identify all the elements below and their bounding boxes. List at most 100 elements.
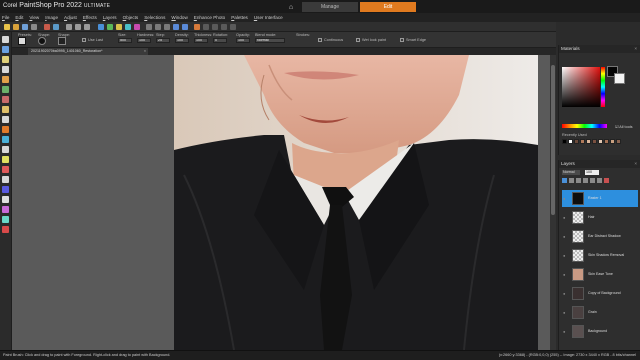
cut-icon[interactable] [66, 24, 72, 30]
mask-icon[interactable] [576, 178, 581, 183]
menu-file[interactable]: File [2, 15, 9, 20]
levels-icon[interactable] [125, 24, 131, 30]
lighten-darken-icon[interactable] [2, 156, 9, 163]
tab-manage[interactable]: Manage [302, 2, 358, 12]
warp-brush-icon[interactable] [2, 216, 9, 223]
layer-row[interactable]: ● Ear Distract Shadow [562, 228, 638, 245]
one-step-fix-icon[interactable] [107, 24, 113, 30]
crop-icon[interactable] [2, 76, 9, 83]
color-spectrum[interactable] [562, 67, 600, 107]
background-swatch[interactable] [614, 73, 625, 84]
square-shape-icon[interactable] [58, 37, 66, 45]
adjustment-layer-icon[interactable] [583, 178, 588, 183]
preset-shape-icon[interactable] [2, 196, 9, 203]
close-icon[interactable]: × [634, 45, 637, 53]
menu-user-interface[interactable]: User Interface [254, 15, 283, 20]
new-layer-icon[interactable] [562, 178, 567, 183]
layer-row[interactable]: ● Copy of Background [562, 285, 638, 302]
new-file-icon[interactable] [4, 24, 10, 30]
hardness-field[interactable]: 100 [137, 38, 151, 43]
round-shape-icon[interactable] [38, 37, 46, 45]
pick-tool-icon[interactable] [2, 46, 9, 53]
layer-row[interactable]: ● Skin Shadow Removal [562, 247, 638, 264]
layer-row[interactable]: ● Background [562, 323, 638, 340]
blend-mode-select[interactable]: Normal [255, 38, 285, 43]
menu-edit[interactable]: Edit [15, 15, 23, 20]
menu-layers[interactable]: Layers [103, 15, 117, 20]
layer-row[interactable]: ● Hair [562, 209, 638, 226]
thickness-field[interactable]: 100 [194, 38, 208, 43]
rainbow-swatch[interactable] [562, 124, 607, 128]
step-field[interactable]: 25 [156, 38, 170, 43]
menu-view[interactable]: View [29, 15, 39, 20]
paint-brush-icon[interactable] [2, 126, 9, 133]
recent-swatch[interactable] [568, 139, 573, 144]
recent-swatch[interactable] [592, 139, 597, 144]
makeover-tool-icon[interactable] [2, 106, 9, 113]
copy-icon[interactable] [75, 24, 81, 30]
picture-tube-icon[interactable] [2, 226, 9, 233]
dodge-tool-icon[interactable] [2, 136, 9, 143]
brightness-icon[interactable] [116, 24, 122, 30]
recent-swatch[interactable] [598, 139, 603, 144]
clone-brush-icon[interactable] [2, 116, 9, 123]
layer-row[interactable]: ● Grain [562, 304, 638, 321]
layer-row[interactable]: ● Skin Ease Tone [562, 266, 638, 283]
close-icon[interactable]: × [634, 160, 637, 168]
rulers-icon[interactable] [230, 24, 236, 30]
opacity-field[interactable]: 100 [236, 38, 250, 43]
photo-canvas[interactable] [174, 55, 538, 350]
close-icon[interactable]: × [144, 48, 146, 55]
visibility-icon[interactable]: ● [563, 310, 565, 315]
resize-icon[interactable] [155, 24, 161, 30]
pen-tool-icon[interactable] [2, 206, 9, 213]
size-field[interactable]: 500 [118, 38, 132, 43]
menu-objects[interactable]: Objects [123, 15, 139, 20]
link-icon[interactable] [590, 178, 595, 183]
dropper-tool-icon[interactable] [2, 66, 9, 73]
hue-saturation-icon[interactable] [134, 24, 140, 30]
paste-icon[interactable] [84, 24, 90, 30]
visibility-icon[interactable]: ● [563, 196, 565, 201]
menu-enhance-photo[interactable]: Enhance Photo [194, 15, 225, 20]
open-file-icon[interactable] [13, 24, 19, 30]
share-icon[interactable] [194, 24, 200, 30]
all-tools-check[interactable]: ☑ All tools [615, 124, 633, 129]
hue-slider[interactable] [601, 67, 605, 107]
pan-tool-icon[interactable] [2, 36, 9, 43]
visibility-icon[interactable]: ● [563, 215, 565, 220]
menu-adjust[interactable]: Adjust [64, 15, 77, 20]
guides-icon[interactable] [221, 24, 227, 30]
document-tab[interactable]: 20211902070ba0995_1401060_Restoration* × [28, 48, 148, 55]
visibility-icon[interactable]: ● [563, 291, 565, 296]
menu-window[interactable]: Window [171, 15, 187, 20]
tab-edit[interactable]: Edit [360, 2, 416, 12]
vertical-scrollbar[interactable] [550, 55, 556, 350]
layer-blend-select[interactable]: Normal [562, 170, 580, 175]
lock-icon[interactable] [597, 178, 602, 183]
zoom-out-icon[interactable] [182, 24, 188, 30]
save-icon[interactable] [22, 24, 28, 30]
red-eye-tool-icon[interactable] [2, 96, 9, 103]
straighten-tool-icon[interactable] [2, 86, 9, 93]
recent-swatch[interactable] [580, 139, 585, 144]
flood-fill-icon[interactable] [2, 176, 9, 183]
recent-swatch[interactable] [604, 139, 609, 144]
layer-opacity-field[interactable]: 100 [585, 170, 599, 175]
continuous-check[interactable]: Continuous [318, 38, 343, 42]
rotation-field[interactable]: 0 [213, 38, 227, 43]
grid-icon[interactable] [212, 24, 218, 30]
recent-swatch[interactable] [610, 139, 615, 144]
menu-selections[interactable]: Selections [144, 15, 165, 20]
selection-tool-icon[interactable] [2, 56, 9, 63]
new-group-icon[interactable] [569, 178, 574, 183]
brush-preset-icon[interactable] [18, 37, 26, 45]
recent-swatch[interactable] [586, 139, 591, 144]
recent-swatch[interactable] [574, 139, 579, 144]
zoom-in-icon[interactable] [173, 24, 179, 30]
smart-edge-check[interactable]: Smart Edge [400, 38, 426, 42]
palette-toggle-icon[interactable] [203, 24, 209, 30]
use-last-check[interactable]: Use Last [82, 38, 103, 42]
crop-tool-icon[interactable] [146, 24, 152, 30]
undo-icon[interactable] [44, 24, 50, 30]
